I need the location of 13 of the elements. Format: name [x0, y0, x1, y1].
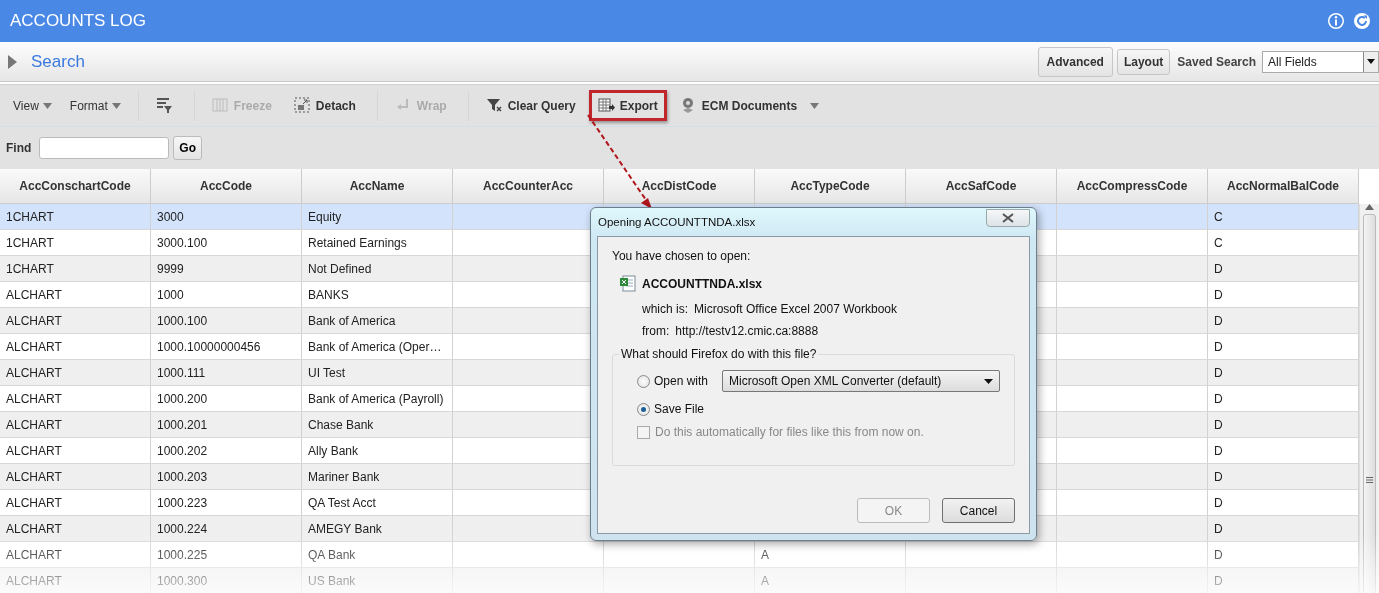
table-cell: ALCHART	[0, 568, 151, 593]
table-cell: US Bank	[302, 568, 453, 593]
saved-search-label: Saved Search	[1177, 54, 1256, 69]
group-title: What should Firefox do with this file?	[619, 347, 819, 361]
window-title: ACCOUNTS LOG	[10, 11, 148, 31]
file-type-label: which is:	[642, 302, 688, 316]
table-cell: A	[755, 568, 906, 593]
find-label: Find	[6, 141, 32, 155]
table-cell: 1000.300	[151, 568, 302, 593]
dialog-heading: You have chosen to open:	[612, 249, 752, 263]
dialog-title: Opening ACCOUNTTNDA.xlsx	[598, 216, 756, 228]
file-type-value: Microsoft Office Excel 2007 Workbook	[694, 302, 897, 316]
file-name: ACCOUNTTNDA.xlsx	[642, 276, 762, 291]
